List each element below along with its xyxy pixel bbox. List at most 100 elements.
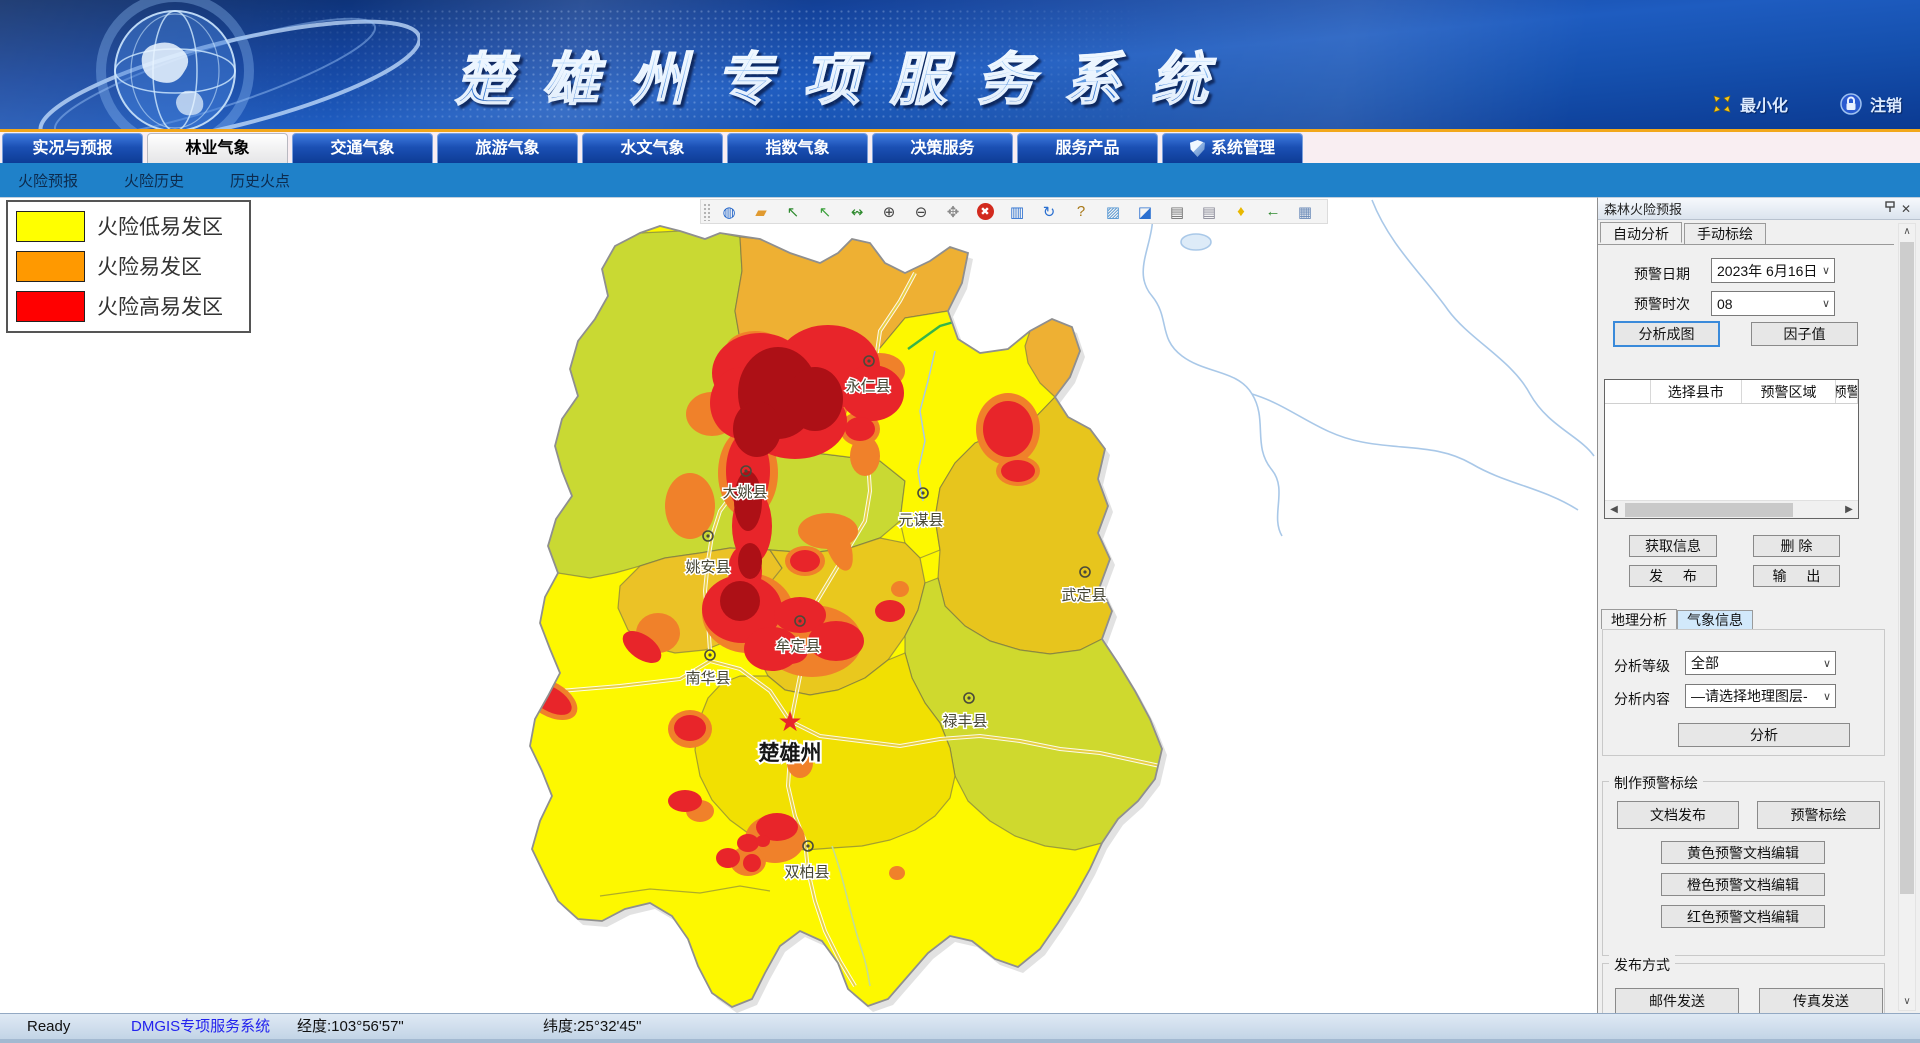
refresh-icon[interactable]: ↻ <box>1033 201 1065 222</box>
delete-button[interactable]: 删 除 <box>1753 535 1840 557</box>
lasso-select-icon[interactable]: ↭ <box>841 201 873 222</box>
warn-date-combo[interactable]: 2023年 6月16日 ∨ <box>1711 258 1835 283</box>
app-title: 楚雄州专项服务系统 <box>455 34 1238 116</box>
nav-tab-水文气象[interactable]: 水文气象 <box>582 133 723 163</box>
list-column-header[interactable] <box>1605 380 1651 403</box>
nav-tab-label: 决策服务 <box>910 134 974 163</box>
select-feature-icon[interactable]: ↖ <box>777 201 809 222</box>
panel-scrollbar[interactable]: ∧ ∨ <box>1898 223 1916 1011</box>
zoom-out-icon: ⊖ <box>913 203 930 220</box>
analyze-button[interactable]: 分析 <box>1678 723 1850 747</box>
nav-tab-系统管理[interactable]: 系统管理 <box>1162 133 1303 163</box>
map-window-icon: ▥ <box>1009 203 1026 220</box>
zoom-out-icon[interactable]: ⊖ <box>905 201 937 222</box>
toolbar-grip[interactable] <box>703 203 710 221</box>
logout-button[interactable]: 注销 <box>1840 92 1902 116</box>
scroll-down-icon[interactable]: ∨ <box>1899 994 1915 1010</box>
email-send-button[interactable]: 邮件发送 <box>1615 988 1739 1014</box>
forest-fire-panel: 森林火险预报 ✕ 自动分析手动标绘 预警日期 2023年 6月16日 ∨ 预警时… <box>1597 197 1920 1013</box>
yellow-warning-doc-button[interactable]: 黄色预警文档编辑 <box>1661 841 1825 864</box>
scroll-thumb[interactable] <box>1625 503 1793 517</box>
nav-tab-决策服务[interactable]: 决策服务 <box>872 133 1013 163</box>
nav-tab-林业气象[interactable]: 林业气象 <box>147 133 288 163</box>
select-arrow-icon[interactable]: ↖ <box>809 201 841 222</box>
export-map-icon: ◪ <box>1137 203 1154 220</box>
nav-tab-指数气象[interactable]: 指数气象 <box>727 133 868 163</box>
globe-logo-icon <box>0 0 420 129</box>
nav-tab-label: 实况与预报 <box>32 134 112 163</box>
measure-icon[interactable]: ▰ <box>745 201 777 222</box>
analysis-tab-气象信息[interactable]: 气象信息 <box>1677 610 1753 630</box>
nav-tab-label: 林业气象 <box>185 134 249 163</box>
sub-tab-火险历史[interactable]: 火险历史 <box>124 170 184 191</box>
pin-icon[interactable] <box>1882 201 1898 216</box>
city-label-楚雄州: 楚雄州 <box>759 741 822 765</box>
legend-item: 火险低易发区 <box>16 210 249 242</box>
panel-tab-手动标绘[interactable]: 手动标绘 <box>1684 223 1766 244</box>
panel-tab-自动分析[interactable]: 自动分析 <box>1600 222 1682 243</box>
legend-label: 火险高易发区 <box>97 291 223 321</box>
publish-button[interactable]: 发 布 <box>1629 565 1717 587</box>
warning-list[interactable]: 选择县市预警区域预警 ◀ ▶ <box>1604 379 1859 519</box>
nav-tab-实况与预报[interactable]: 实况与预报 <box>2 133 143 163</box>
legend-label: 火险易发区 <box>97 251 202 281</box>
export-map-icon[interactable]: ◪ <box>1129 201 1161 222</box>
sub-tab-历史火点[interactable]: 历史火点 <box>230 170 290 191</box>
red-warning-doc-button[interactable]: 红色预警文档编辑 <box>1661 905 1825 928</box>
print-setup-icon[interactable]: ▤ <box>1193 201 1225 222</box>
scroll-left-icon[interactable]: ◀ <box>1605 501 1623 519</box>
warning-list-body[interactable] <box>1605 404 1858 483</box>
nav-tab-交通气象[interactable]: 交通气象 <box>292 133 433 163</box>
export-button[interactable]: 输 出 <box>1753 565 1840 587</box>
nav-tab-旅游气象[interactable]: 旅游气象 <box>437 133 578 163</box>
legend-item: 火险高易发区 <box>16 290 249 322</box>
scroll-right-icon[interactable]: ▶ <box>1840 501 1858 519</box>
legend-swatch <box>16 211 85 242</box>
legend-swatch <box>16 251 85 282</box>
warn-time-combo[interactable]: 08 ∨ <box>1711 291 1835 316</box>
globe-icon[interactable]: ◍ <box>713 201 745 222</box>
list-column-header-选择县市[interactable]: 选择县市 <box>1651 380 1742 403</box>
analysis-content-combo[interactable]: —请选择地理图层- ∨ <box>1685 684 1836 708</box>
pan-icon[interactable]: ✥ <box>937 201 969 222</box>
analysis-tab-地理分析[interactable]: 地理分析 <box>1601 609 1677 629</box>
horizontal-scrollbar[interactable]: ◀ ▶ <box>1605 500 1858 518</box>
map-window-icon[interactable]: ▥ <box>1001 201 1033 222</box>
send-method-group-title: 发布方式 <box>1609 955 1675 975</box>
sub-tab-火险预报[interactable]: 火险预报 <box>18 170 78 191</box>
panel-title: 森林火险预报 <box>1604 199 1882 218</box>
overview-map-icon[interactable]: ▦ <box>1289 201 1321 222</box>
sub-nav-bar: 火险预报 火险历史 历史火点 <box>0 163 1920 197</box>
get-info-button[interactable]: 获取信息 <box>1629 535 1717 557</box>
warning-plot-button[interactable]: 预警标绘 <box>1757 801 1880 829</box>
print-icon[interactable]: ▤ <box>1161 201 1193 222</box>
chevron-down-icon: ∨ <box>1818 264 1834 277</box>
status-system-link[interactable]: DMGIS专项服务系统 <box>131 1014 270 1040</box>
warning-plot-group-title: 制作预警标绘 <box>1609 773 1703 793</box>
county-label-永仁县: 永仁县 <box>845 378 890 395</box>
scroll-thumb[interactable] <box>1900 242 1914 894</box>
zoom-in-icon[interactable]: ⊕ <box>873 201 905 222</box>
back-icon[interactable]: ← <box>1257 201 1289 222</box>
doc-publish-button[interactable]: 文档发布 <box>1617 801 1739 829</box>
minimize-button[interactable]: 最小化 <box>1712 92 1788 116</box>
nav-tab-服务产品[interactable]: 服务产品 <box>1017 133 1158 163</box>
pin-marker-icon[interactable]: ♦ <box>1225 201 1257 222</box>
factor-value-button[interactable]: 因子值 <box>1751 322 1858 346</box>
fax-send-button[interactable]: 传真发送 <box>1759 988 1883 1014</box>
list-column-header-预警[interactable]: 预警 <box>1836 380 1858 403</box>
scroll-up-icon[interactable]: ∧ <box>1899 224 1915 240</box>
analysis-content-value: —请选择地理图层- <box>1691 686 1819 706</box>
analysis-level-combo[interactable]: 全部 ∨ <box>1685 651 1836 675</box>
analyze-map-button[interactable]: 分析成图 <box>1613 321 1720 347</box>
image-icon[interactable]: ▨ <box>1097 201 1129 222</box>
close-icon[interactable]: ✕ <box>1898 202 1914 216</box>
legend-label: 火险低易发区 <box>97 211 223 241</box>
list-column-header-预警区域[interactable]: 预警区域 <box>1742 380 1836 403</box>
warn-date-value: 2023年 6月16日 <box>1717 261 1818 281</box>
identify-icon[interactable]: ? <box>1065 201 1097 222</box>
stop-icon[interactable]: ✖ <box>969 201 1001 222</box>
map-viewport[interactable]: 永仁县元谋县大姚县姚安县武定县牟定县南华县禄丰县双柏县★楚雄州 ◍▰↖↖↭⊕⊖✥… <box>0 197 1597 1013</box>
orange-warning-doc-button[interactable]: 橙色预警文档编辑 <box>1661 873 1825 896</box>
globe-icon: ◍ <box>721 203 738 220</box>
